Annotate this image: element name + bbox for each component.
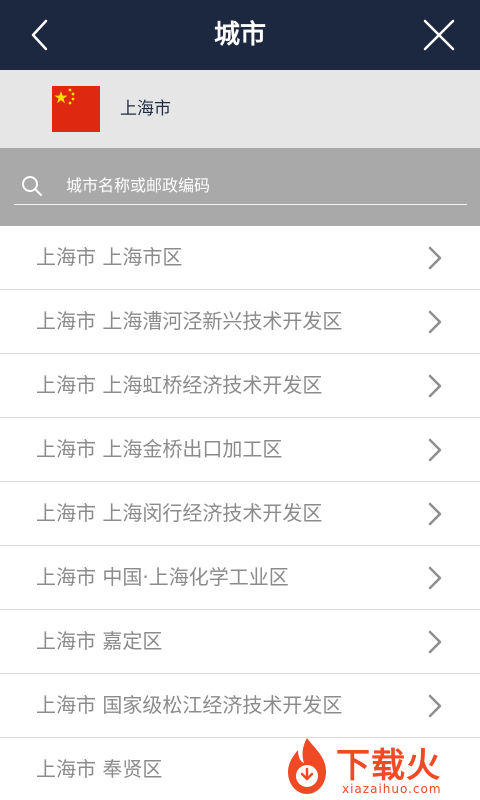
list-item[interactable]: 上海市 上海闵行经济技术开发区 bbox=[0, 482, 480, 546]
search-field[interactable] bbox=[14, 168, 467, 205]
chevron-right-icon bbox=[428, 374, 442, 398]
list-item-label: 上海市 上海闵行经济技术开发区 bbox=[36, 501, 323, 525]
watermark-brand: 下载火 bbox=[336, 746, 441, 786]
app-header: 城市 bbox=[0, 0, 480, 70]
chevron-right-icon bbox=[428, 502, 442, 526]
chevron-right-icon bbox=[428, 310, 442, 334]
list-item[interactable]: 上海市 上海漕河泾新兴技术开发区 bbox=[0, 290, 480, 354]
close-icon[interactable] bbox=[418, 14, 460, 56]
list-item[interactable]: 上海市 上海金桥出口加工区 bbox=[0, 418, 480, 482]
list-item-label: 上海市 嘉定区 bbox=[36, 629, 163, 653]
list-item-label: 上海市 上海金桥出口加工区 bbox=[36, 437, 283, 461]
search-bar bbox=[0, 148, 480, 226]
watermark-url: xiazaihuo.com bbox=[342, 782, 442, 796]
chevron-right-icon bbox=[428, 630, 442, 654]
list-item-label: 上海市 国家级松江经济技术开发区 bbox=[36, 693, 343, 717]
list-item[interactable]: 上海市 嘉定区 bbox=[0, 610, 480, 674]
flame-logo-icon bbox=[288, 738, 326, 794]
list-item[interactable]: 上海市 国家级松江经济技术开发区 bbox=[0, 674, 480, 738]
list-item-label: 上海市 上海漕河泾新兴技术开发区 bbox=[36, 309, 343, 333]
city-list: 上海市 上海市区 上海市 上海漕河泾新兴技术开发区 上海市 上海虹桥经济技术开发… bbox=[0, 226, 480, 800]
list-item[interactable]: 上海市 中国·上海化学工业区 bbox=[0, 546, 480, 610]
search-input[interactable] bbox=[66, 168, 461, 202]
chevron-right-icon bbox=[428, 694, 442, 718]
watermark: 下载火 xiazaihuo.com bbox=[282, 736, 478, 800]
list-item-label: 上海市 上海虹桥经济技术开发区 bbox=[36, 373, 323, 397]
list-item[interactable]: 上海市 上海市区 bbox=[0, 226, 480, 290]
list-item-label: 上海市 奉贤区 bbox=[36, 757, 163, 781]
chevron-right-icon bbox=[428, 438, 442, 462]
selected-country[interactable]: 上海市 bbox=[0, 70, 480, 148]
list-item-label: 上海市 上海市区 bbox=[36, 245, 183, 269]
chevron-right-icon bbox=[428, 246, 442, 270]
chevron-right-icon bbox=[428, 566, 442, 590]
page-title: 城市 bbox=[213, 20, 266, 50]
list-item-label: 上海市 中国·上海化学工业区 bbox=[36, 565, 289, 589]
list-item[interactable]: 上海市 上海虹桥经济技术开发区 bbox=[0, 354, 480, 418]
chevron-left-icon[interactable] bbox=[20, 14, 62, 56]
country-name: 上海市 bbox=[120, 99, 171, 119]
search-icon bbox=[22, 176, 42, 196]
china-flag-icon bbox=[52, 86, 100, 132]
